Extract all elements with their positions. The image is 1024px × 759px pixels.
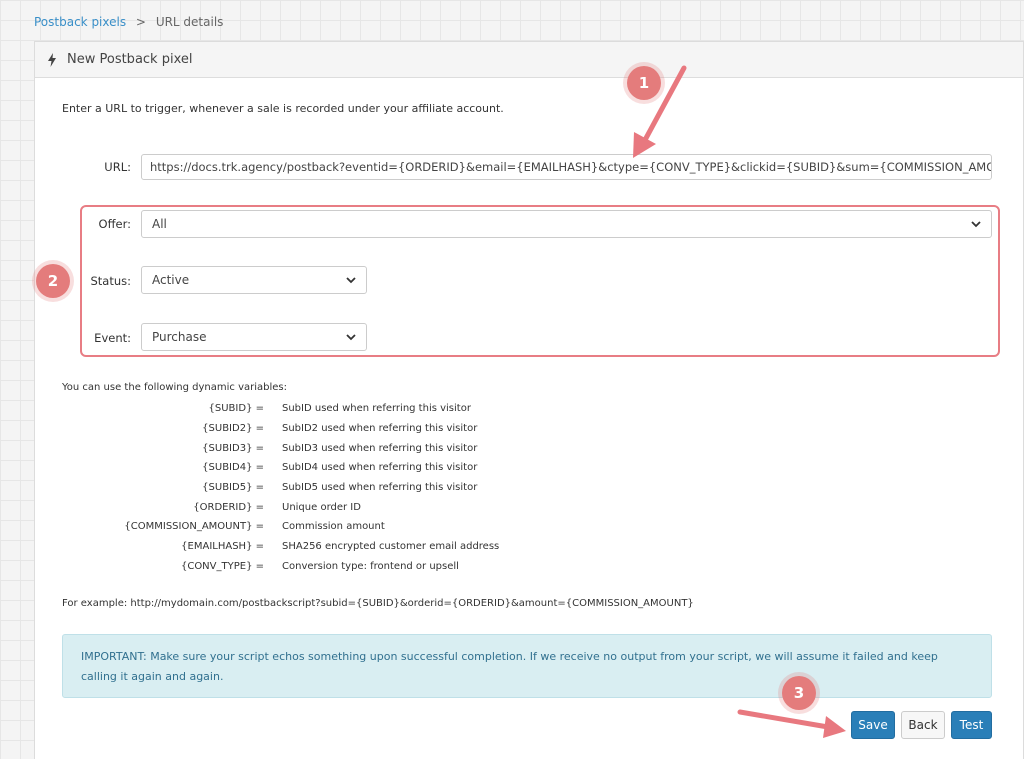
breadcrumb-current: URL details bbox=[155, 15, 224, 29]
event-label: Event: bbox=[94, 331, 131, 345]
offer-select[interactable]: All bbox=[141, 210, 992, 238]
postback-panel: New Postback pixel Enter a URL to trigge… bbox=[34, 41, 1024, 759]
variable-row: {EMAILHASH} = SHA256 encrypted customer e… bbox=[62, 537, 499, 557]
variable-row: {SUBID3} = SubID3 used when referring thi… bbox=[62, 438, 499, 458]
variables-intro: You can use the following dynamic variab… bbox=[62, 382, 288, 393]
variable-desc: SubID used when referring this visitor bbox=[282, 403, 471, 415]
url-input[interactable]: https://docs.trk.agency/postback?eventid… bbox=[141, 154, 992, 180]
variable-key: {CONV_TYPE} = bbox=[180, 560, 264, 572]
status-select[interactable]: Active bbox=[141, 266, 367, 294]
bolt-icon bbox=[48, 52, 56, 67]
url-label: URL: bbox=[104, 160, 131, 174]
variable-key: {SUBID4} = bbox=[202, 462, 264, 474]
status-select-value: Active bbox=[152, 273, 190, 287]
breadcrumb-link-postback-pixels[interactable]: Postback pixels bbox=[34, 15, 126, 29]
status-label: Status: bbox=[90, 274, 131, 288]
variable-desc: SubID4 used when referring this visitor bbox=[282, 462, 478, 474]
variable-desc: Commission amount bbox=[282, 521, 385, 533]
variable-row: {ORDERID} = Unique order ID bbox=[62, 497, 499, 517]
example-text: For example: http://mydomain.com/postbac… bbox=[62, 598, 694, 609]
event-select-value: Purchase bbox=[152, 330, 207, 344]
variable-row: {SUBID} = SubID used when referring this … bbox=[62, 399, 499, 419]
important-alert: IMPORTANT: Make sure your script echos s… bbox=[62, 634, 992, 698]
panel-header: New Postback pixel bbox=[35, 42, 1023, 78]
test-button[interactable]: Test bbox=[951, 711, 992, 739]
annotation-badge-3: 3 bbox=[782, 676, 816, 710]
chevron-down-icon bbox=[971, 220, 981, 227]
variable-desc: Unique order ID bbox=[282, 501, 361, 513]
variable-key: {COMMISSION_AMOUNT} = bbox=[124, 521, 264, 533]
variable-desc: SubID3 used when referring this visitor bbox=[282, 442, 478, 454]
variable-key: {SUBID2} = bbox=[202, 423, 264, 435]
chevron-down-icon bbox=[346, 276, 356, 283]
variable-key: {EMAILHASH} = bbox=[181, 541, 264, 553]
variable-desc: Conversion type: frontend or upsell bbox=[282, 560, 459, 572]
variable-key: {SUBID5} = bbox=[202, 482, 264, 494]
event-select[interactable]: Purchase bbox=[141, 323, 367, 351]
variable-row: {SUBID4} = SubID4 used when referring thi… bbox=[62, 458, 499, 478]
variable-row: {SUBID2} = SubID2 used when referring thi… bbox=[62, 419, 499, 439]
variable-row: {CONV_TYPE} = Conversion type: frontend o… bbox=[62, 557, 499, 577]
variable-key: {SUBID3} = bbox=[202, 442, 264, 454]
url-input-value: https://docs.trk.agency/postback?eventid… bbox=[150, 160, 992, 174]
variable-desc: SubID5 used when referring this visitor bbox=[282, 482, 478, 494]
variable-key: {SUBID} = bbox=[208, 403, 264, 415]
save-button[interactable]: Save bbox=[851, 711, 895, 739]
intro-text: Enter a URL to trigger, whenever a sale … bbox=[62, 102, 504, 115]
breadcrumb: Postback pixels > URL details bbox=[34, 15, 223, 29]
variable-row: {SUBID5} = SubID5 used when referring thi… bbox=[62, 478, 499, 498]
annotation-badge-2: 2 bbox=[36, 264, 70, 298]
variables-table: {SUBID} = SubID used when referring this … bbox=[62, 399, 499, 576]
offer-select-value: All bbox=[152, 217, 167, 231]
variable-desc: SubID2 used when referring this visitor bbox=[282, 423, 478, 435]
back-button[interactable]: Back bbox=[901, 711, 945, 739]
variable-row: {COMMISSION_AMOUNT} = Commission amount bbox=[62, 517, 499, 537]
annotation-badge-1: 1 bbox=[627, 66, 661, 100]
variable-desc: SHA256 encrypted customer email address bbox=[282, 541, 500, 553]
variable-key: {ORDERID} = bbox=[193, 501, 264, 513]
panel-title: New Postback pixel bbox=[67, 52, 193, 67]
chevron-down-icon bbox=[346, 333, 356, 340]
breadcrumb-separator: > bbox=[135, 15, 146, 29]
offer-label: Offer: bbox=[98, 217, 131, 231]
